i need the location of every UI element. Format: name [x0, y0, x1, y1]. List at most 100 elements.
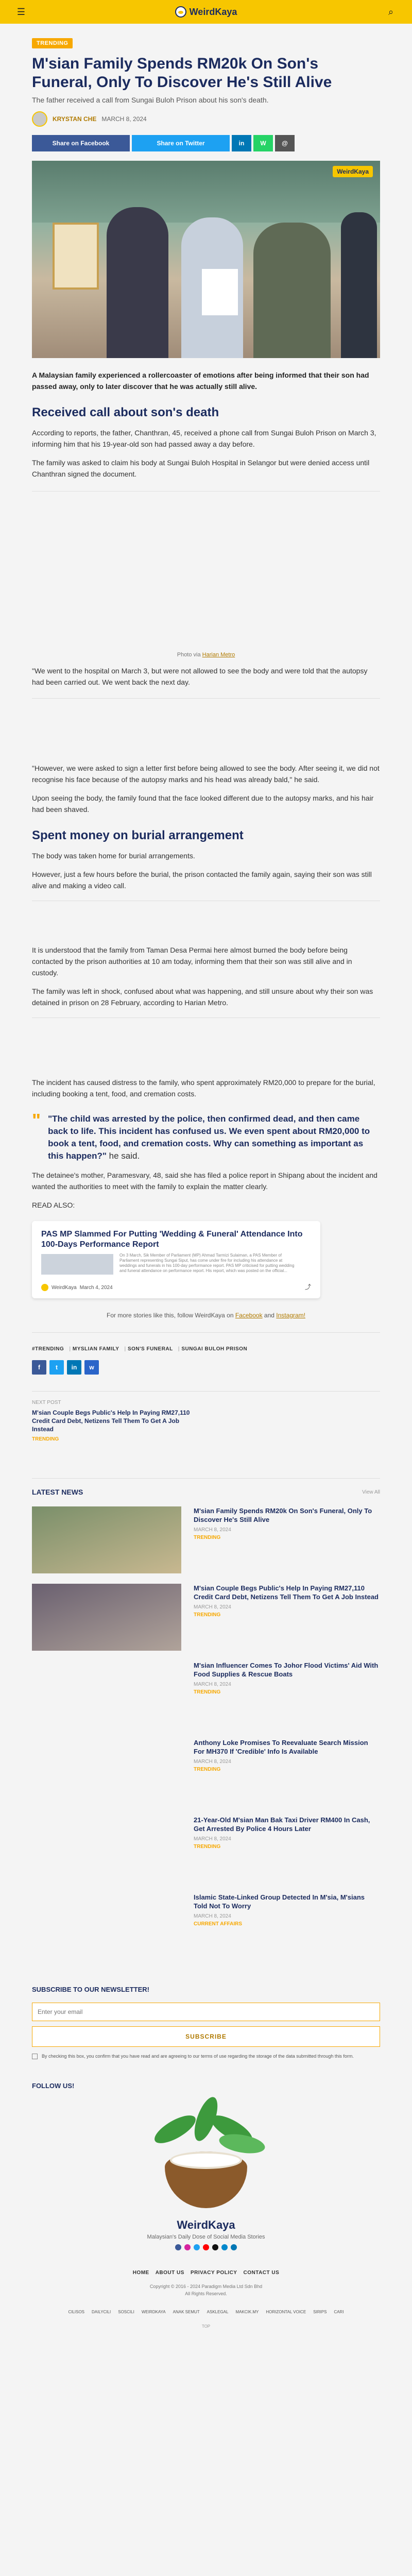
- newsletter-heading: SUBSCRIBE TO OUR NEWSLETTER!: [32, 1986, 149, 1993]
- telegram-icon[interactable]: [221, 2244, 228, 2250]
- author-name[interactable]: KRYSTAN CHE: [53, 115, 96, 123]
- news-category[interactable]: CURRENT AFFAIRS: [194, 1921, 380, 1927]
- byline: KRYSTAN CHE MARCH 8, 2024: [32, 111, 380, 127]
- follow-facebook-link[interactable]: Facebook: [235, 1312, 263, 1319]
- follow-instagram-link[interactable]: Instagram!: [276, 1312, 305, 1319]
- news-category[interactable]: TRENDING: [194, 1844, 380, 1850]
- whatsapp-icon[interactable]: w: [84, 1360, 99, 1375]
- latest-news-item[interactable]: Islamic State-Linked Group Detected In M…: [32, 1893, 380, 1960]
- image-watermark: WeirdKaya: [333, 166, 373, 177]
- tag[interactable]: SUNGAI BULOH PRISON: [178, 1346, 247, 1352]
- instagram-icon[interactable]: [184, 2244, 191, 2250]
- news-title[interactable]: M'sian Influencer Comes To Johor Flood V…: [194, 1661, 380, 1679]
- network-link[interactable]: ASKLEGAL: [207, 2309, 229, 2316]
- latest-news-item[interactable]: Anthony Loke Promises To Reevaluate Sear…: [32, 1738, 380, 1805]
- footer-link-home[interactable]: HOME: [133, 2270, 149, 2276]
- network-link[interactable]: MAKCIK.MY: [235, 2309, 259, 2316]
- site-logo[interactable]: WeirdKaya: [175, 6, 237, 18]
- category-badge[interactable]: TRENDING: [32, 38, 73, 48]
- news-category[interactable]: TRENDING: [194, 1689, 380, 1695]
- latest-news-item[interactable]: M'sian Family Spends RM20k On Son's Fune…: [32, 1506, 380, 1573]
- news-thumbnail[interactable]: [32, 1661, 181, 1728]
- news-date: MARCH 8, 2024: [194, 1604, 231, 1610]
- share-facebook-button[interactable]: Share on Facebook: [32, 135, 130, 151]
- next-post-category[interactable]: TRENDING: [32, 1436, 380, 1442]
- photo-credit: Photo via Harian Metro: [32, 652, 380, 658]
- back-to-top-link[interactable]: TOP: [32, 2324, 380, 2329]
- email-field[interactable]: [32, 2003, 380, 2021]
- latest-news-item[interactable]: M'sian Influencer Comes To Johor Flood V…: [32, 1661, 380, 1728]
- related-card[interactable]: PAS MP Slammed For Putting 'Wedding & Fu…: [32, 1221, 320, 1298]
- network-link[interactable]: WEIRDKAYA: [142, 2309, 166, 2316]
- network-link[interactable]: CILISOS: [68, 2309, 84, 2316]
- news-title[interactable]: M'sian Family Spends RM20k On Son's Fune…: [194, 1506, 380, 1524]
- share-bar: Share on Facebook Share on Twitter in W …: [32, 135, 380, 151]
- share-icon[interactable]: ⤴: [305, 1282, 311, 1291]
- news-date: MARCH 8, 2024: [194, 1527, 231, 1533]
- footer-link-about[interactable]: ABOUT US: [156, 2270, 184, 2276]
- news-title[interactable]: 21-Year-Old M'sian Man Bak Taxi Driver R…: [194, 1816, 380, 1833]
- news-thumbnail[interactable]: [32, 1893, 181, 1960]
- news-thumbnail[interactable]: [32, 1816, 181, 1883]
- related-thumbnail[interactable]: [41, 1254, 113, 1275]
- network-link[interactable]: SIRIPS: [313, 2309, 327, 2316]
- news-thumbnail[interactable]: [32, 1584, 181, 1651]
- facebook-icon[interactable]: [175, 2244, 181, 2250]
- hero-image: WeirdKaya: [32, 161, 380, 358]
- twitter-icon[interactable]: [194, 2244, 200, 2250]
- search-icon[interactable]: ⌕: [385, 6, 397, 18]
- network-link[interactable]: DAILYCILI: [92, 2309, 111, 2316]
- footer-link-privacy[interactable]: PRIVACY POLICY: [191, 2270, 237, 2276]
- share-linkedin-button[interactable]: in: [232, 135, 251, 151]
- share-whatsapp-button[interactable]: W: [253, 135, 273, 151]
- news-category[interactable]: TRENDING: [194, 1767, 380, 1772]
- section-heading: Spent money on burial arrangement: [32, 828, 244, 842]
- latest-news-item[interactable]: 21-Year-Old M'sian Man Bak Taxi Driver R…: [32, 1816, 380, 1883]
- linkedin-icon[interactable]: in: [67, 1360, 81, 1375]
- network-link[interactable]: SOSCILI: [118, 2309, 134, 2316]
- article: TRENDING M'sian Family Spends RM20k On S…: [0, 24, 412, 1211]
- share-twitter-button[interactable]: Share on Twitter: [132, 135, 230, 151]
- network-link[interactable]: ANAK SEMUT: [173, 2309, 200, 2316]
- related-title[interactable]: PAS MP Slammed For Putting 'Wedding & Fu…: [41, 1229, 311, 1250]
- section-heading: Received call about son's death: [32, 405, 219, 419]
- next-post[interactable]: NEXT POST M'sian Couple Begs Public's He…: [32, 1391, 380, 1442]
- twitter-icon[interactable]: t: [49, 1360, 64, 1375]
- hero-person: [107, 207, 168, 358]
- footer-link-contact[interactable]: CONTACT US: [243, 2270, 279, 2276]
- network-link[interactable]: CARI: [334, 2309, 344, 2316]
- news-title[interactable]: M'sian Couple Begs Public's Help In Payi…: [194, 1584, 380, 1601]
- article-lead: A Malaysian family experienced a rollerc…: [32, 371, 369, 391]
- tag[interactable]: MYSLIAN FAMILY: [69, 1346, 119, 1352]
- news-category[interactable]: TRENDING: [194, 1612, 380, 1618]
- latest-news-item[interactable]: M'sian Couple Begs Public's Help In Payi…: [32, 1584, 380, 1651]
- photo-credit-link[interactable]: Harian Metro: [202, 652, 235, 658]
- news-title[interactable]: Islamic State-Linked Group Detected In M…: [194, 1893, 380, 1910]
- paragraph: However, just a few hours before the bur…: [32, 870, 372, 890]
- latest-news: LATEST NEWS View All M'sian Family Spend…: [32, 1478, 380, 1960]
- news-category[interactable]: TRENDING: [194, 1535, 380, 1540]
- news-date: MARCH 8, 2024: [194, 1836, 231, 1842]
- divider: [32, 1332, 380, 1333]
- news-thumbnail[interactable]: [32, 1738, 181, 1805]
- ad-slot: [32, 901, 380, 937]
- tag[interactable]: #TRENDING: [32, 1346, 64, 1352]
- hamburger-icon[interactable]: ☰: [15, 6, 27, 18]
- follow-us-heading: FOLLOW US!: [32, 2082, 75, 2090]
- network-link[interactable]: HORIZONTAL VOICE: [266, 2309, 306, 2316]
- news-thumbnail[interactable]: [32, 1506, 181, 1573]
- subscribe-button[interactable]: SUBSCRIBE: [32, 2026, 380, 2047]
- youtube-icon[interactable]: [203, 2244, 209, 2250]
- news-title[interactable]: Anthony Loke Promises To Reevaluate Sear…: [194, 1738, 380, 1756]
- quote-text: "The child was arrested by the police, t…: [48, 1114, 370, 1161]
- facebook-icon[interactable]: f: [32, 1360, 46, 1375]
- linkedin-icon[interactable]: [231, 2244, 237, 2250]
- next-post-title[interactable]: M'sian Couple Begs Public's Help In Payi…: [32, 1409, 202, 1433]
- footer-logo-text[interactable]: WeirdKaya: [32, 2218, 380, 2232]
- tiktok-icon[interactable]: [212, 2244, 218, 2250]
- consent-checkbox[interactable]: [32, 2054, 38, 2059]
- footer-menu: HOME ABOUT US PRIVACY POLICY CONTACT US: [32, 2270, 380, 2276]
- share-email-button[interactable]: @: [275, 135, 295, 151]
- view-all-link[interactable]: View All: [362, 1489, 380, 1495]
- tag[interactable]: SON'S FUNERAL: [124, 1346, 173, 1352]
